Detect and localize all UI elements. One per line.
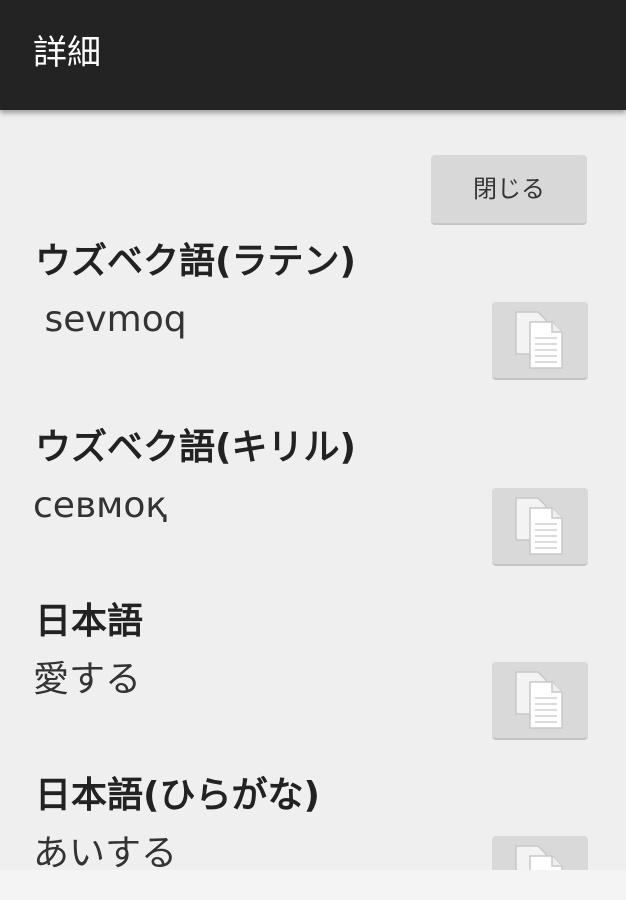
close-button[interactable]: 閉じる	[431, 155, 587, 225]
page-title: 詳細	[33, 33, 101, 73]
entry-label: ウズベク語(キリル)	[35, 427, 356, 468]
entry-value: あいする	[33, 833, 178, 870]
copy-button[interactable]	[492, 836, 588, 870]
detail-screen: 詳細 閉じる ウズベク語(ラテン) sevmoq ウズベク語(キリル) севм…	[0, 0, 626, 900]
entry-label: ウズベク語(ラテン)	[35, 241, 356, 282]
copy-icon	[515, 671, 563, 729]
entry-label: 日本語(ひらがな)	[35, 775, 320, 816]
copy-icon	[515, 497, 563, 555]
copy-icon	[515, 311, 563, 369]
entry-value: 愛する	[33, 659, 142, 700]
copy-icon	[515, 845, 563, 870]
copy-button[interactable]	[492, 488, 588, 566]
bottom-strip	[0, 870, 626, 900]
entry-value: севмоқ	[33, 485, 168, 526]
copy-button[interactable]	[492, 662, 588, 740]
copy-button[interactable]	[492, 302, 588, 380]
detail-content[interactable]: 閉じる ウズベク語(ラテン) sevmoq ウズベク語(キリル) севмоқ …	[0, 110, 626, 870]
entry-value: sevmoq	[33, 299, 187, 340]
entry-label: 日本語	[35, 601, 144, 642]
action-bar: 詳細	[0, 0, 626, 110]
